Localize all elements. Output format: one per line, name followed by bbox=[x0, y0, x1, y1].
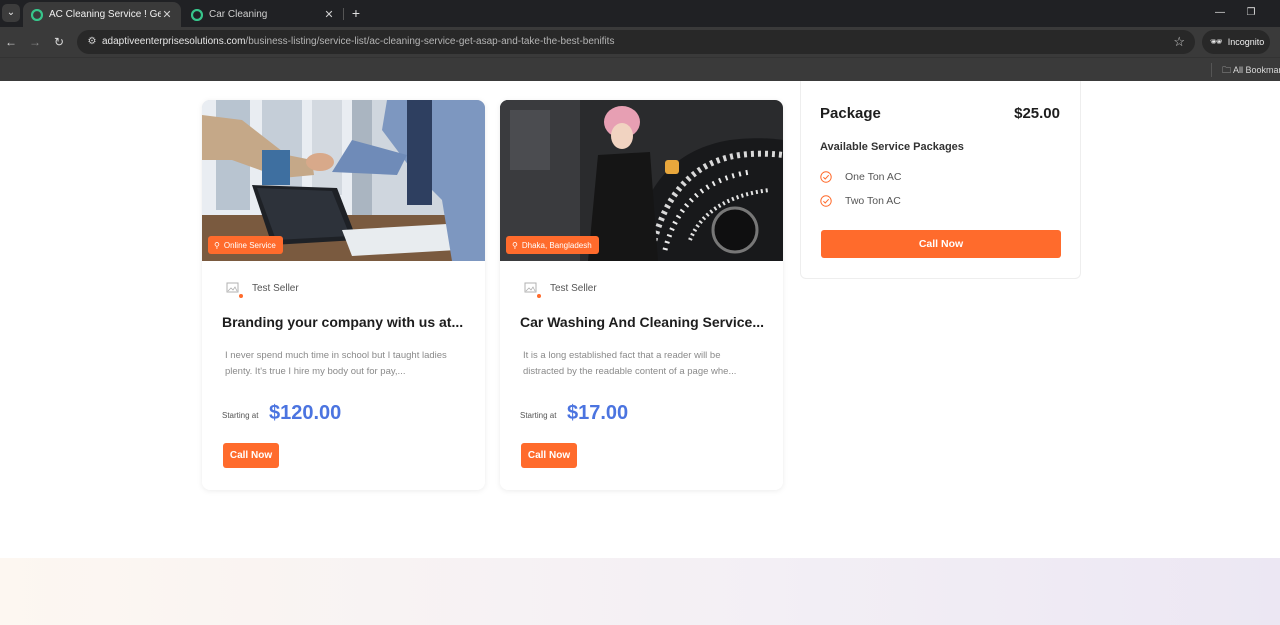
site-settings-icon[interactable]: ⚙ bbox=[85, 35, 99, 49]
site-favicon-icon bbox=[31, 8, 43, 21]
seller-avatar bbox=[524, 281, 541, 298]
package-panel: Package $25.00 Available Service Package… bbox=[800, 81, 1081, 279]
tab-title: AC Cleaning Service ! Get ASAP bbox=[49, 9, 161, 20]
package-price: $25.00 bbox=[1014, 105, 1060, 122]
bookmark-star-icon[interactable]: ☆ bbox=[1173, 34, 1185, 50]
url-text: adaptiveenterprisesolutions.com/business… bbox=[102, 36, 614, 47]
online-status-dot bbox=[537, 294, 541, 298]
location-badge: ⚲ Dhaka, Bangladesh bbox=[506, 236, 599, 254]
service-description: I never spend much time in school but I … bbox=[225, 350, 447, 377]
tab-close-icon[interactable]: ✕ bbox=[323, 8, 335, 21]
package-item-label: One Ton AC bbox=[845, 171, 902, 183]
starting-label: Starting at bbox=[520, 411, 557, 420]
package-title: Package bbox=[820, 105, 881, 122]
service-title[interactable]: Branding your company with us at... bbox=[222, 314, 467, 330]
location-label: Online Service bbox=[223, 240, 276, 250]
bookmarks-divider bbox=[1211, 63, 1212, 77]
tab-ac-cleaning[interactable]: AC Cleaning Service ! Get ASAP ✕ bbox=[23, 2, 181, 27]
service-image[interactable]: ⚲ Dhaka, Bangladesh bbox=[500, 100, 783, 261]
page-content: ⚲ Online Service Test Seller Branding yo… bbox=[0, 81, 1280, 625]
restore-icon[interactable]: ❐ bbox=[1243, 5, 1259, 21]
reload-icon[interactable]: ↻ bbox=[51, 34, 67, 50]
all-bookmarks-label: All Bookmarks bbox=[1233, 65, 1280, 75]
image-placeholder-icon bbox=[524, 282, 537, 293]
service-card[interactable]: ⚲ Dhaka, Bangladesh Test Seller Car Wash… bbox=[500, 100, 783, 490]
tab-car-cleaning[interactable]: Car Cleaning ✕ bbox=[183, 2, 343, 27]
bookmarks-bar: 🗀 All Bookmarks bbox=[0, 57, 1280, 81]
tab-title: Car Cleaning bbox=[209, 9, 268, 20]
seller-name: Test Seller bbox=[550, 282, 597, 294]
seller-name: Test Seller bbox=[252, 282, 299, 294]
starting-label: Starting at bbox=[222, 411, 259, 420]
incognito-icon: 🕶 bbox=[1210, 36, 1223, 48]
service-title[interactable]: Car Washing And Cleaning Service... bbox=[520, 314, 765, 330]
service-description: It is a long established fact that a rea… bbox=[523, 350, 737, 377]
package-call-now-button[interactable]: Call Now bbox=[821, 230, 1061, 258]
minimize-icon[interactable]: — bbox=[1212, 5, 1228, 21]
check-circle-icon bbox=[820, 171, 832, 183]
seller-avatar bbox=[226, 281, 243, 298]
package-subtitle: Available Service Packages bbox=[820, 141, 964, 153]
new-tab-button[interactable]: + bbox=[348, 4, 364, 22]
package-item-label: Two Ton AC bbox=[845, 195, 901, 207]
footer-section bbox=[0, 558, 1280, 625]
all-bookmarks-button[interactable]: 🗀 All Bookmarks bbox=[1222, 63, 1280, 79]
image-placeholder-icon bbox=[226, 282, 239, 293]
back-arrow-icon[interactable]: ← bbox=[3, 34, 19, 50]
package-item: Two Ton AC bbox=[820, 195, 901, 207]
map-pin-icon: ⚲ bbox=[214, 240, 220, 250]
folder-icon: 🗀 bbox=[1222, 65, 1232, 75]
tab-search-icon[interactable]: ⌄ bbox=[2, 4, 20, 22]
service-image[interactable]: ⚲ Online Service bbox=[202, 100, 485, 261]
incognito-label: Incognito bbox=[1227, 37, 1265, 47]
service-card[interactable]: ⚲ Online Service Test Seller Branding yo… bbox=[202, 100, 485, 490]
tab-close-icon[interactable]: ✕ bbox=[161, 8, 173, 21]
address-bar[interactable]: ⚙ adaptiveenterprisesolutions.com/busine… bbox=[77, 30, 1195, 54]
online-status-dot bbox=[239, 294, 243, 298]
url-domain: adaptiveenterprisesolutions.com bbox=[102, 36, 246, 47]
check-circle-icon bbox=[820, 195, 832, 207]
seller-info[interactable]: Test Seller bbox=[226, 281, 299, 298]
site-favicon-icon bbox=[191, 8, 203, 21]
seller-info[interactable]: Test Seller bbox=[524, 281, 597, 298]
map-pin-icon: ⚲ bbox=[512, 240, 518, 250]
forward-arrow-icon[interactable]: → bbox=[27, 34, 43, 50]
service-price: $120.00 bbox=[269, 402, 342, 424]
url-path: /business-listing/service-list/ac-cleani… bbox=[245, 36, 615, 47]
call-now-button[interactable]: Call Now bbox=[521, 443, 577, 468]
location-badge: ⚲ Online Service bbox=[208, 236, 283, 254]
incognito-indicator[interactable]: 🕶 Incognito bbox=[1202, 30, 1270, 54]
call-now-button[interactable]: Call Now bbox=[223, 443, 279, 468]
tab-separator bbox=[343, 8, 344, 20]
location-label: Dhaka, Bangladesh bbox=[521, 240, 592, 250]
package-item: One Ton AC bbox=[820, 171, 901, 183]
service-price: $17.00 bbox=[567, 402, 629, 424]
browser-tab-bar: ⌄ AC Cleaning Service ! Get ASAP ✕ Car C… bbox=[0, 0, 1280, 27]
browser-toolbar: ← → ↻ ⚙ adaptiveenterprisesolutions.com/… bbox=[0, 27, 1280, 57]
